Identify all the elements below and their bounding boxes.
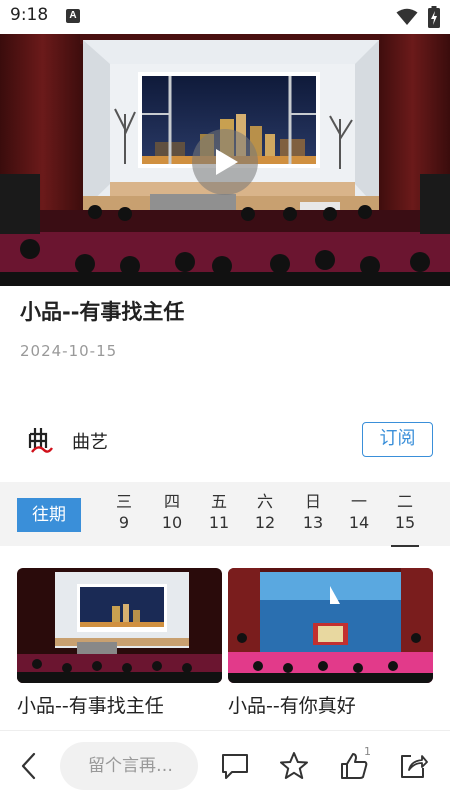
video-player[interactable] [0,34,450,286]
video-date: 2024-10-15 [20,342,118,360]
video-title: 小品--有事找主任 [20,300,185,324]
video-card[interactable]: 小品--有你真好 [228,568,433,718]
wifi-icon [396,8,418,25]
day-item[interactable]: 四 10 [152,492,192,534]
day-number: 11 [208,513,230,532]
day-number: 10 [161,513,183,532]
status-bar: 9:18 A [0,0,450,34]
day-weekday: 一 [350,492,367,511]
day-weekday: 三 [115,492,132,511]
play-icon [216,149,238,175]
status-time: 9:18 [10,5,49,25]
video-card-title[interactable]: 小品--有你真好 [228,691,433,718]
share-icon[interactable] [398,751,428,781]
day-item[interactable]: 三 9 [104,492,144,534]
day-number: 12 [254,513,276,532]
video-card[interactable]: 小品--有事找主任 [17,568,222,718]
day-weekday: 二 [396,492,413,511]
day-number: 15 [394,513,416,532]
video-card-title[interactable]: 小品--有事找主任 [17,691,222,718]
day-number: 14 [348,513,370,532]
star-icon[interactable] [279,751,309,781]
day-number: 9 [118,513,130,532]
comment-icon[interactable] [220,751,250,781]
selected-day-indicator [391,545,419,547]
back-icon[interactable] [18,751,40,781]
subscribe-button[interactable]: 订阅 [362,422,433,457]
bottom-action-bar: 留个言再… 1 [0,730,450,800]
battery-charging-icon [428,6,440,28]
date-strip: 往期 三 9 四 10 五 11 六 12 日 13 一 14 二 15 [0,482,450,546]
past-episodes-button[interactable]: 往期 [17,498,81,532]
day-item[interactable]: 五 11 [199,492,239,534]
day-weekday: 日 [304,492,321,511]
day-item[interactable]: 日 13 [293,492,333,534]
channel-name[interactable]: 曲艺 [72,428,108,454]
day-item[interactable]: 六 12 [245,492,285,534]
day-item-selected[interactable]: 二 15 [385,492,425,534]
like-count: 1 [364,745,371,758]
video-thumbnail[interactable] [228,568,433,683]
video-thumbnail[interactable] [17,568,222,683]
day-weekday: 五 [210,492,227,511]
day-number: 13 [302,513,324,532]
channel-logo[interactable] [24,422,54,456]
play-button[interactable] [192,129,258,195]
day-weekday: 四 [163,492,180,511]
a-square-icon: A [66,9,80,23]
comment-input[interactable]: 留个言再… [60,742,198,790]
day-item[interactable]: 一 14 [339,492,379,534]
day-weekday: 六 [256,492,273,511]
